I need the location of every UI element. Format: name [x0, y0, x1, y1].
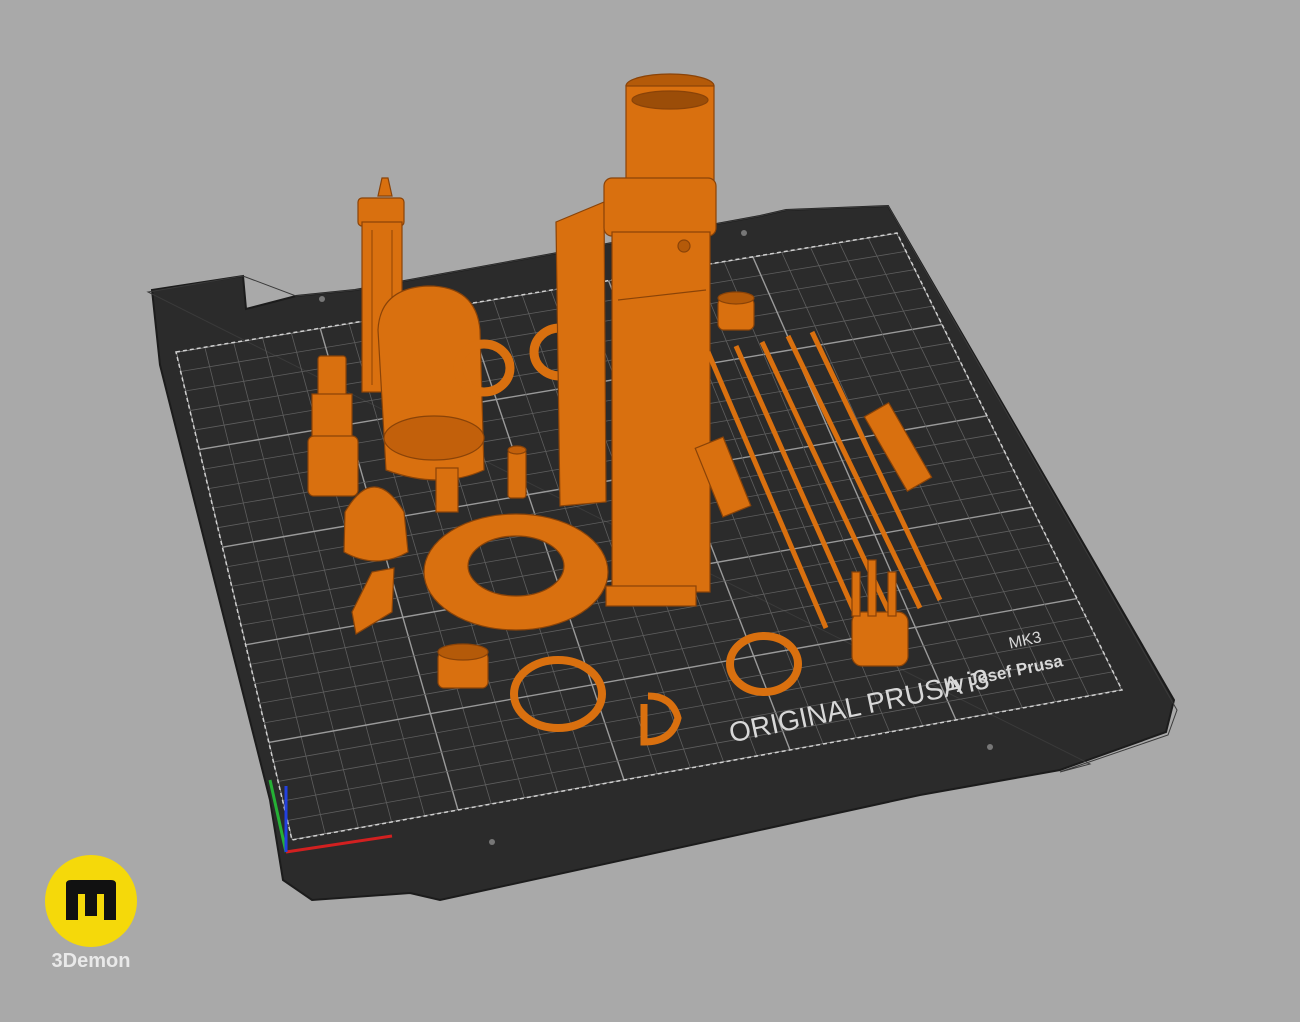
logo-caption: 3Demon	[51, 950, 131, 972]
part-blade[interactable]	[555, 201, 607, 507]
scene: ORIGINAL PRUSA i3 MK3 by Josef Prusa	[146, 73, 1178, 902]
part-bushing-bottom[interactable]	[437, 643, 489, 689]
part-main-hilt[interactable]	[603, 73, 717, 607]
part-small-post[interactable]	[507, 445, 527, 499]
3d-viewport[interactable]: ORIGINAL PRUSA i3 MK3 by Josef Prusa	[0, 0, 1300, 1022]
part-bushing-top[interactable]	[717, 291, 755, 331]
3demon-logo-icon	[44, 854, 138, 948]
